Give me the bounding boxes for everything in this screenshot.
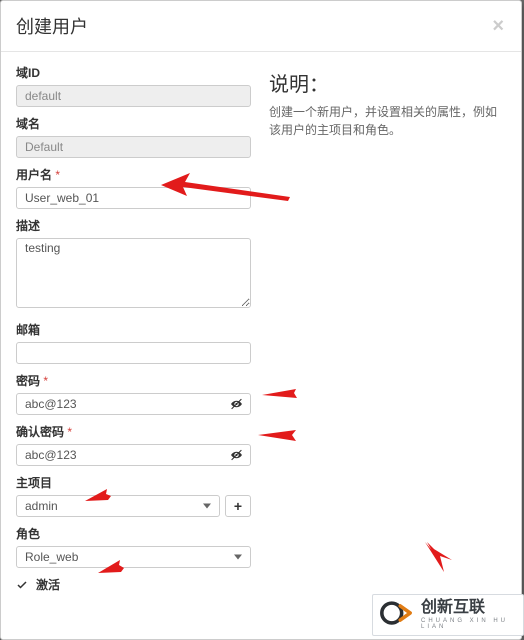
email-input[interactable] (16, 342, 251, 364)
confirm-password-input[interactable] (16, 444, 251, 466)
email-label: 邮箱 (16, 321, 251, 338)
chevron-down-icon (203, 504, 211, 509)
chevron-down-icon (234, 555, 242, 560)
username-input[interactable] (16, 187, 251, 209)
password-label: 密码 * (16, 372, 251, 389)
watermark: 创新互联 CHUANG XIN HU LIAN (372, 594, 524, 636)
active-checkbox[interactable]: 激活 (16, 576, 251, 593)
domain-id-input (16, 85, 251, 107)
username-label: 用户名 * (16, 166, 251, 183)
required-marker: * (55, 168, 60, 182)
role-label: 角色 (16, 525, 251, 542)
domain-name-input (16, 136, 251, 158)
description-label: 描述 (16, 217, 251, 234)
domain-name-label: 域名 (16, 115, 251, 132)
project-select[interactable]: admin (16, 495, 220, 517)
required-marker: * (43, 374, 48, 388)
password-input[interactable] (16, 393, 251, 415)
eye-slash-icon[interactable] (230, 449, 243, 462)
form-column: 域ID 域名 用户名 * 描述 (16, 64, 251, 593)
role-select-value: Role_web (25, 550, 78, 564)
watermark-name: 创新互联 (421, 600, 517, 616)
confirm-password-label: 确认密码 * (16, 423, 251, 440)
project-label: 主项目 (16, 474, 251, 491)
close-button[interactable]: × (490, 16, 506, 36)
modal-body: 域ID 域名 用户名 * 描述 (1, 52, 521, 611)
modal-title: 创建用户 (16, 13, 490, 39)
required-marker: * (67, 425, 72, 439)
active-label: 激活 (36, 576, 60, 593)
domain-id-label: 域ID (16, 64, 251, 81)
description-heading: 说明： (269, 68, 506, 97)
create-user-modal: 创建用户 × 域ID 域名 用户名 * (0, 0, 522, 640)
eye-slash-icon[interactable] (230, 398, 243, 411)
project-select-value: admin (25, 499, 58, 513)
modal-header: 创建用户 × (1, 1, 521, 52)
description-textarea[interactable] (16, 238, 251, 308)
description-panel: 说明： 创建一个新用户，并设置相关的属性，例如该用户的主项目和角色。 (269, 64, 506, 593)
watermark-logo-icon (379, 596, 413, 635)
description-text: 创建一个新用户，并设置相关的属性，例如该用户的主项目和角色。 (269, 103, 506, 139)
watermark-pinyin: CHUANG XIN HU LIAN (421, 618, 517, 630)
check-icon (16, 579, 28, 591)
add-project-button[interactable]: + (225, 495, 251, 517)
role-select[interactable]: Role_web (16, 546, 251, 568)
